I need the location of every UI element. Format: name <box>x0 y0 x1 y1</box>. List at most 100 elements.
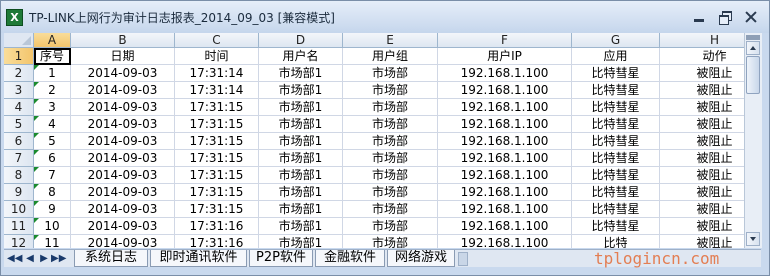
column-header-d[interactable]: D <box>259 33 343 48</box>
cell-e[interactable]: 市场部 <box>343 167 438 184</box>
cell-b[interactable]: 2014-09-03 <box>71 116 175 133</box>
cell-f[interactable]: 192.168.1.100 <box>438 99 572 116</box>
row-header[interactable]: 4 <box>4 99 34 116</box>
cell-a[interactable]: 8 <box>34 184 71 201</box>
cell-g[interactable]: 比特 <box>572 235 660 248</box>
cell-a[interactable]: 9 <box>34 201 71 218</box>
cell-b[interactable]: 2014-09-03 <box>71 82 175 99</box>
cell-d[interactable]: 市场部1 <box>259 167 343 184</box>
cell-b[interactable]: 日期 <box>71 48 175 65</box>
cell-c[interactable]: 17:31:15 <box>175 167 259 184</box>
minimize-button[interactable] <box>687 7 711 27</box>
close-button[interactable] <box>739 7 763 27</box>
column-header-c[interactable]: C <box>175 33 259 48</box>
cell-g[interactable]: 比特彗星 <box>572 167 660 184</box>
column-header-a[interactable]: A <box>34 33 71 48</box>
cell-g[interactable]: 比特彗星 <box>572 218 660 235</box>
cell-h[interactable]: 被阻止 <box>660 133 744 150</box>
cell-e[interactable]: 市场部 <box>343 133 438 150</box>
cell-c[interactable]: 17:31:14 <box>175 65 259 82</box>
select-all-corner[interactable] <box>4 33 34 48</box>
cell-e[interactable]: 市场部 <box>343 184 438 201</box>
cell-e[interactable]: 市场部 <box>343 82 438 99</box>
cell-d[interactable]: 市场部1 <box>259 82 343 99</box>
cell-a[interactable]: 1 <box>34 65 71 82</box>
sheet-tab[interactable]: 即时通讯软件 <box>150 250 247 267</box>
cell-f[interactable]: 192.168.1.100 <box>438 150 572 167</box>
cell-f[interactable]: 用户IP <box>438 48 572 65</box>
cell-c[interactable]: 17:31:15 <box>175 133 259 150</box>
cell-g[interactable]: 比特彗星 <box>572 116 660 133</box>
cell-a[interactable]: 3 <box>34 99 71 116</box>
cell-e[interactable]: 市场部 <box>343 201 438 218</box>
row-header[interactable]: 5 <box>4 116 34 133</box>
cell-b[interactable]: 2014-09-03 <box>71 99 175 116</box>
cell-f[interactable]: 192.168.1.100 <box>438 82 572 99</box>
cell-h[interactable]: 被阻止 <box>660 218 744 235</box>
cell-d[interactable]: 市场部1 <box>259 184 343 201</box>
cell-e[interactable]: 市场部 <box>343 65 438 82</box>
cell-f[interactable]: 192.168.1.100 <box>438 218 572 235</box>
vertical-scrollbar[interactable] <box>744 33 762 248</box>
cell-d[interactable]: 市场部1 <box>259 133 343 150</box>
cell-a[interactable]: 6 <box>34 150 71 167</box>
last-sheet-icon[interactable]: ▶▶ <box>51 252 66 266</box>
sheet-tab[interactable]: 金融软件 <box>315 250 385 267</box>
cell-b[interactable]: 2014-09-03 <box>71 150 175 167</box>
cell-d[interactable]: 用户名 <box>259 48 343 65</box>
cell-b[interactable]: 2014-09-03 <box>71 218 175 235</box>
row-header[interactable]: 11 <box>4 218 34 235</box>
cell-a[interactable]: 序号 <box>34 48 71 65</box>
column-header-g[interactable]: G <box>572 33 660 48</box>
scroll-thumb[interactable] <box>746 56 760 94</box>
column-header-e[interactable]: E <box>343 33 438 48</box>
sheet-tab[interactable]: 网络游戏 <box>387 250 455 267</box>
cell-f[interactable]: 192.168.1.100 <box>438 235 572 248</box>
cell-f[interactable]: 192.168.1.100 <box>438 116 572 133</box>
cell-f[interactable]: 192.168.1.100 <box>438 184 572 201</box>
cell-g[interactable]: 比特彗星 <box>572 82 660 99</box>
cell-b[interactable]: 2014-09-03 <box>71 133 175 150</box>
cell-d[interactable]: 市场部1 <box>259 116 343 133</box>
cell-g[interactable]: 比特彗星 <box>572 201 660 218</box>
cell-g[interactable]: 比特彗星 <box>572 99 660 116</box>
sheet-tab[interactable]: 系统日志 <box>74 250 148 267</box>
cell-h[interactable]: 被阻止 <box>660 235 744 248</box>
cell-h[interactable]: 被阻止 <box>660 150 744 167</box>
cell-d[interactable]: 市场部1 <box>259 218 343 235</box>
cell-f[interactable]: 192.168.1.100 <box>438 133 572 150</box>
cell-a[interactable]: 2 <box>34 82 71 99</box>
cell-g[interactable]: 比特彗星 <box>572 65 660 82</box>
cell-a[interactable]: 5 <box>34 133 71 150</box>
cell-e[interactable]: 市场部 <box>343 218 438 235</box>
cell-e[interactable]: 市场部 <box>343 116 438 133</box>
cell-c[interactable]: 17:31:15 <box>175 116 259 133</box>
scroll-up-arrow-icon[interactable] <box>746 41 760 55</box>
cell-d[interactable]: 市场部1 <box>259 201 343 218</box>
cell-a[interactable]: 7 <box>34 167 71 184</box>
cell-g[interactable]: 比特彗星 <box>572 150 660 167</box>
row-header[interactable]: 8 <box>4 167 34 184</box>
row-header[interactable]: 7 <box>4 150 34 167</box>
cell-d[interactable]: 市场部1 <box>259 235 343 248</box>
cell-e[interactable]: 市场部 <box>343 150 438 167</box>
scroll-down-arrow-icon[interactable] <box>746 232 760 246</box>
restore-button[interactable] <box>713 7 737 27</box>
cell-b[interactable]: 2014-09-03 <box>71 167 175 184</box>
column-header-h[interactable]: H <box>660 33 744 48</box>
cell-e[interactable]: 市场部 <box>343 235 438 248</box>
cell-c[interactable]: 17:31:14 <box>175 82 259 99</box>
cell-a[interactable]: 10 <box>34 218 71 235</box>
cell-d[interactable]: 市场部1 <box>259 150 343 167</box>
cell-h[interactable]: 被阻止 <box>660 167 744 184</box>
cell-h[interactable]: 被阻止 <box>660 184 744 201</box>
cell-h[interactable]: 动作 <box>660 48 744 65</box>
cell-c[interactable]: 17:31:15 <box>175 150 259 167</box>
sheet-tab[interactable]: P2P软件 <box>249 250 313 267</box>
cell-b[interactable]: 2014-09-03 <box>71 235 175 248</box>
column-header-f[interactable]: F <box>438 33 572 48</box>
column-header-b[interactable]: B <box>71 33 175 48</box>
cell-d[interactable]: 市场部1 <box>259 65 343 82</box>
cell-c[interactable]: 17:31:16 <box>175 235 259 248</box>
next-sheet-icon[interactable]: ▶ <box>37 252 51 266</box>
